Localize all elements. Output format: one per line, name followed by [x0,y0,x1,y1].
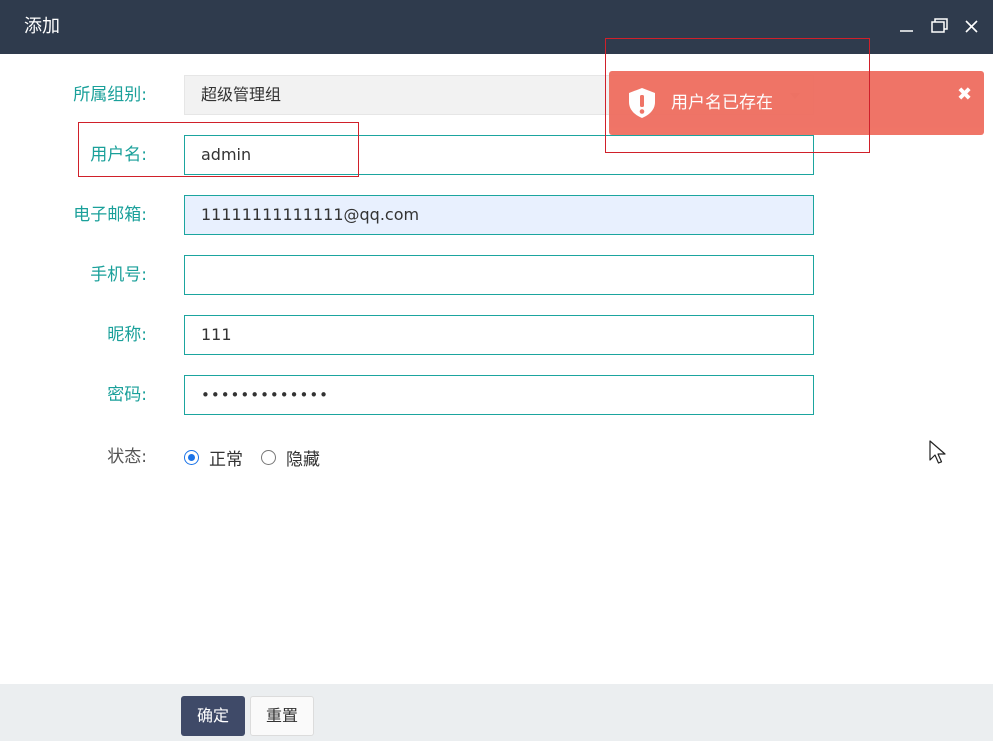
window-titlebar: 添加 [0,0,993,54]
mobile-input[interactable] [184,255,814,295]
nickname-label: 昵称: [107,325,147,345]
form-row-nickname: 昵称: 111 [0,315,993,355]
window-title: 添加 [24,16,60,37]
mouse-cursor-icon [929,440,946,464]
form-row-status: 状态: 正常 隐藏 [0,437,993,477]
username-label: 用户名: [90,145,147,165]
username-input[interactable]: admin [184,135,814,175]
toast-close-icon[interactable]: ✖ [957,85,972,105]
status-radio-normal[interactable]: 正常 [184,437,243,477]
status-radio-hidden[interactable]: 隐藏 [261,437,320,477]
radio-unchecked-icon[interactable] [261,449,276,465]
confirm-button[interactable]: 确定 [181,696,245,736]
password-input[interactable]: ••••••••••••• [184,375,814,415]
mobile-label: 手机号: [90,265,147,285]
form-footer: 确定 重置 [0,684,993,741]
form-row-username: 用户名: admin [0,135,993,175]
email-input[interactable]: 11111111111111@qq.com [184,195,814,235]
nickname-input[interactable]: 111 [184,315,814,355]
form-row-email: 电子邮箱: 11111111111111@qq.com [0,195,993,235]
radio-checked-icon[interactable] [184,449,199,465]
email-label: 电子邮箱: [73,205,147,225]
password-label: 密码: [107,385,147,405]
form-row-mobile: 手机号: [0,255,993,295]
toast-message: 用户名已存在 [671,93,773,113]
maximize-icon[interactable] [928,15,950,37]
form-row-password: 密码: ••••••••••••• [0,375,993,415]
group-label: 所属组别: [73,85,147,105]
shield-alert-icon [629,88,655,118]
error-toast: 用户名已存在 ✖ [609,71,984,135]
status-label: 状态: [107,447,147,467]
close-icon[interactable] [961,15,983,37]
minimize-icon[interactable] [896,15,918,37]
status-option-label: 隐藏 [286,449,320,470]
status-option-label: 正常 [209,449,243,470]
reset-button[interactable]: 重置 [250,696,314,736]
